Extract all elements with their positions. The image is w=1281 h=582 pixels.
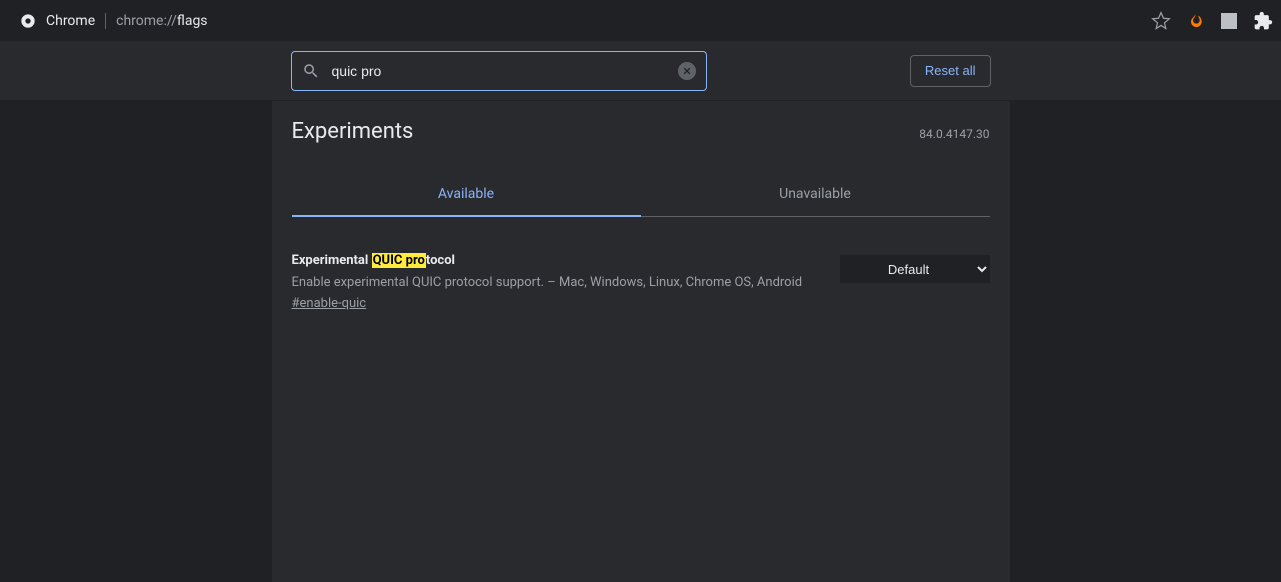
bookmark-star-icon[interactable] bbox=[1151, 11, 1171, 31]
tab-available[interactable]: Available bbox=[292, 174, 641, 216]
content-column: Experiments 84.0.4147.30 Available Unava… bbox=[272, 101, 1010, 582]
omnibox-url-path: flags bbox=[177, 13, 208, 29]
flag-title-pre: Experimental bbox=[292, 253, 372, 268]
extension-square-icon[interactable] bbox=[1219, 11, 1239, 31]
chrome-version: 84.0.4147.30 bbox=[919, 127, 989, 141]
reset-all-button[interactable]: Reset all bbox=[910, 55, 991, 87]
flag-title-highlight: QUIC pro bbox=[372, 253, 426, 268]
page-body: Experiments 84.0.4147.30 Available Unava… bbox=[0, 101, 1281, 582]
page-title: Experiments bbox=[292, 119, 414, 144]
flag-description: Enable experimental QUIC protocol suppor… bbox=[292, 273, 810, 293]
toolbar-actions bbox=[1151, 0, 1273, 41]
extension-flame-icon[interactable] bbox=[1185, 11, 1205, 31]
omnibox-url-scheme: chrome:// bbox=[116, 13, 177, 29]
omnibox-app-name: Chrome bbox=[46, 13, 106, 29]
flag-title: Experimental QUIC protocol bbox=[292, 251, 810, 271]
omnibox[interactable]: Chrome chrome:// flags bbox=[8, 6, 1265, 36]
tabs: Available Unavailable bbox=[292, 174, 990, 217]
flags-search-bar: Reset all bbox=[0, 41, 1281, 101]
clear-search-icon[interactable] bbox=[678, 62, 696, 80]
chrome-logo-icon bbox=[20, 13, 36, 29]
flag-entry: Experimental QUIC protocol Enable experi… bbox=[292, 217, 990, 314]
flag-state-select[interactable]: Default bbox=[840, 255, 990, 283]
chrome-toolbar: Chrome chrome:// flags bbox=[0, 0, 1281, 41]
extensions-puzzle-icon[interactable] bbox=[1253, 11, 1273, 31]
search-input[interactable] bbox=[330, 62, 678, 80]
search-field-wrapper bbox=[291, 51, 707, 91]
flag-title-post: tocol bbox=[426, 253, 455, 268]
tab-unavailable[interactable]: Unavailable bbox=[641, 174, 990, 216]
flag-anchor-link[interactable]: #enable-quic bbox=[292, 294, 367, 314]
search-icon bbox=[302, 62, 320, 80]
